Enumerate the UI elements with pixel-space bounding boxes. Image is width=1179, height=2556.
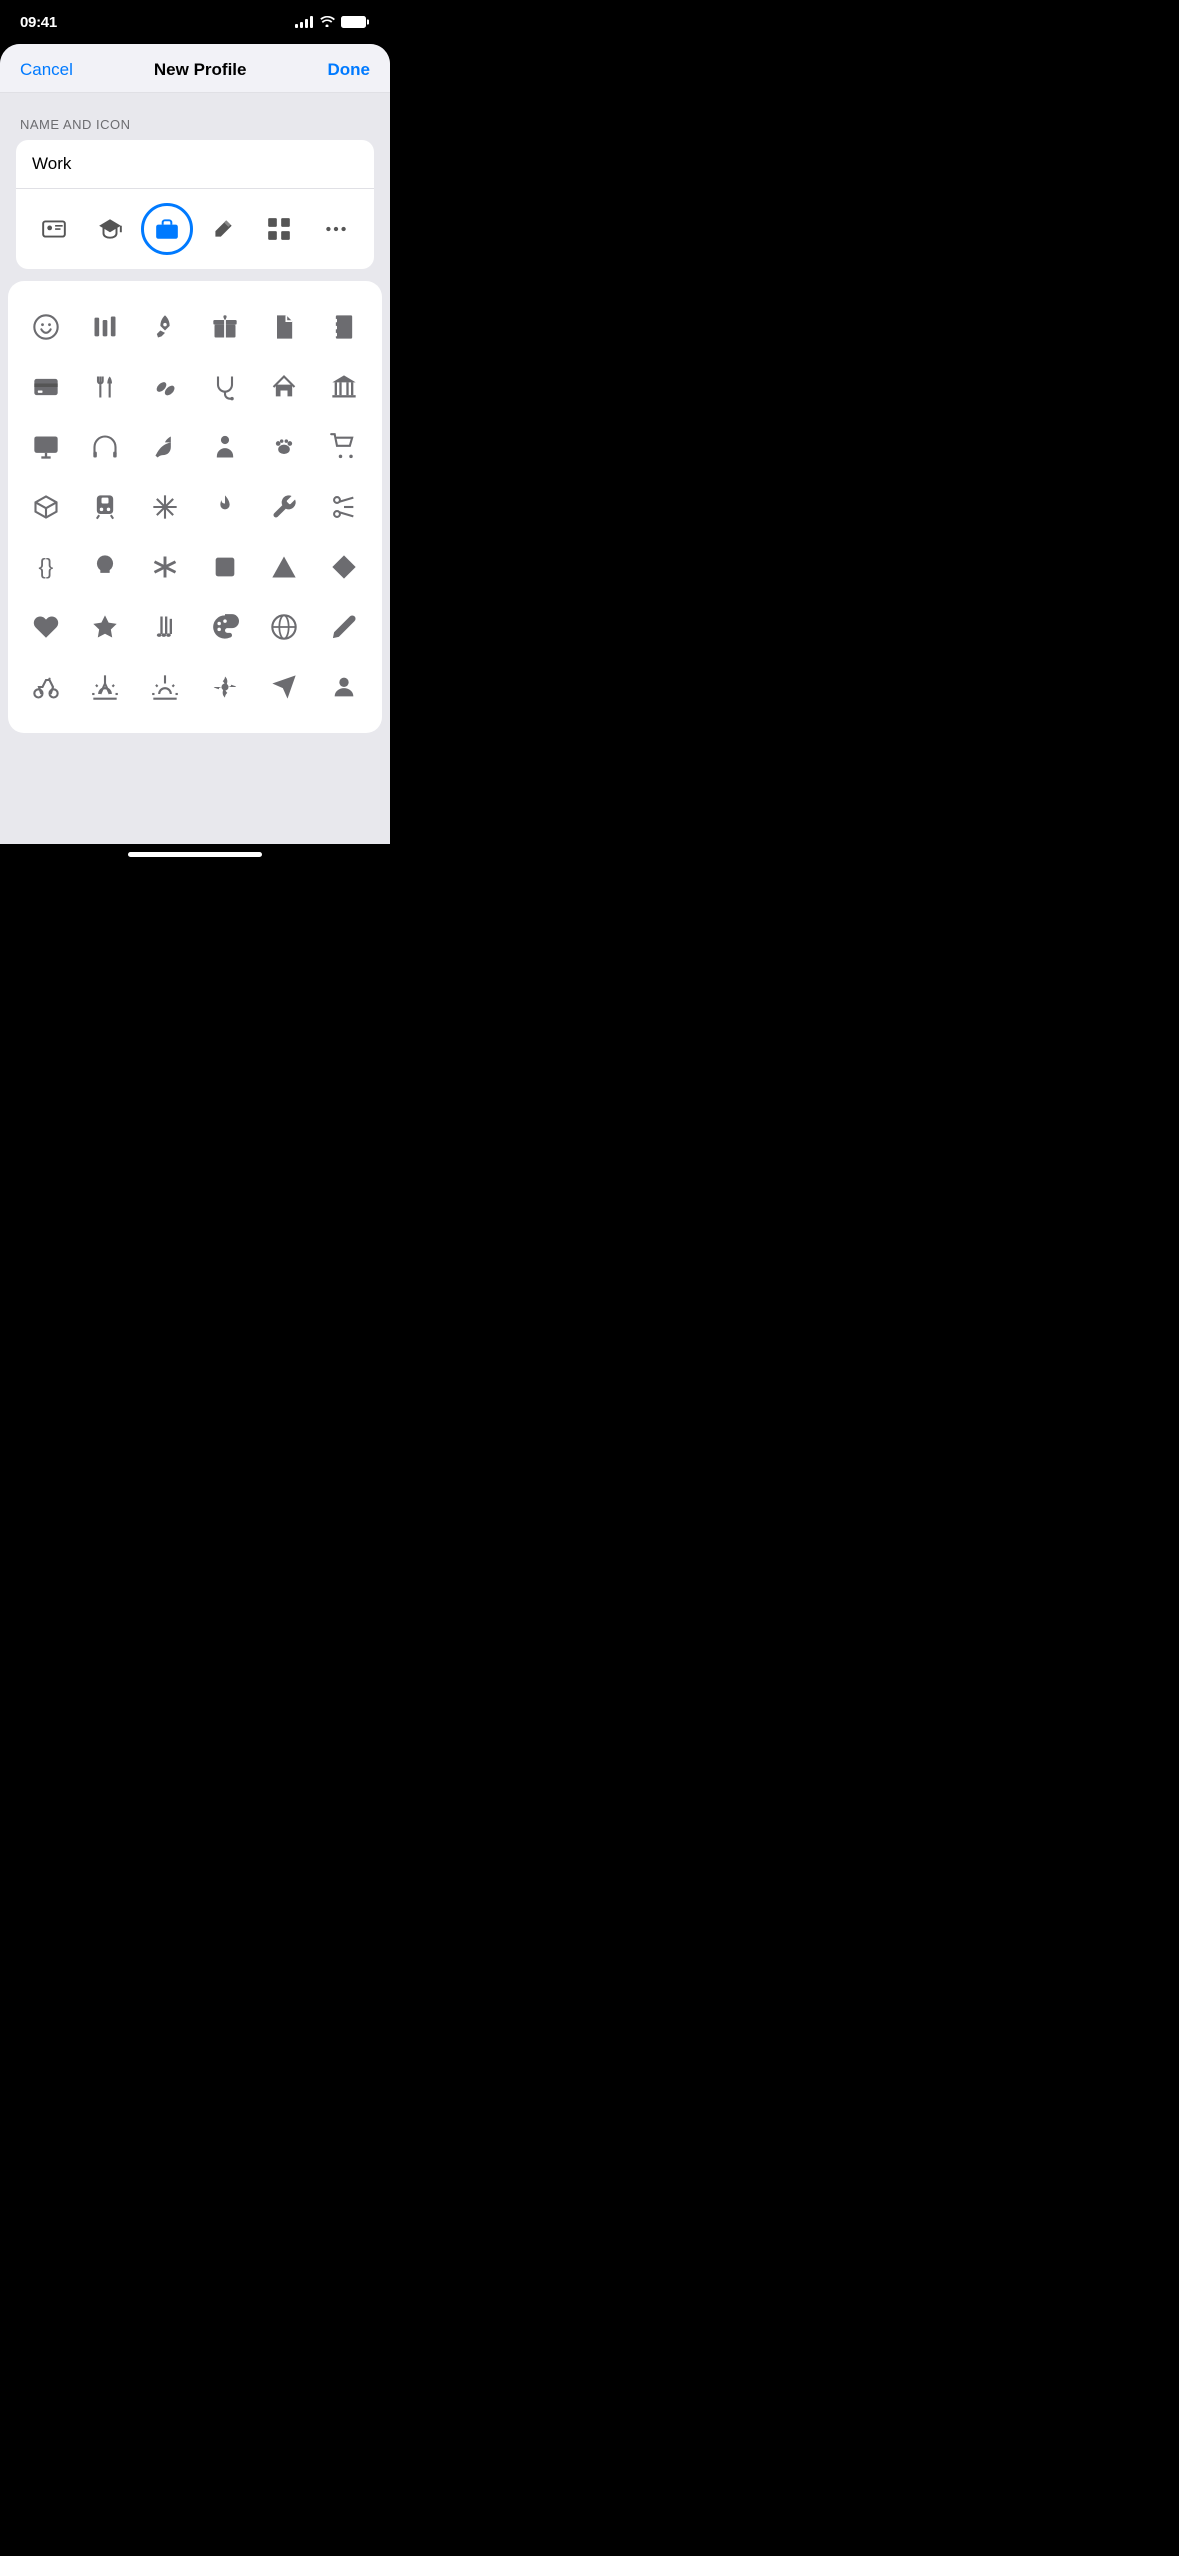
status-bar: 09:41 xyxy=(0,0,390,44)
content-area: NAME AND ICON xyxy=(0,93,390,733)
grid-icon-rocket[interactable] xyxy=(135,297,195,357)
grid-icon-cart[interactable] xyxy=(314,417,374,477)
grid-icon-books[interactable] xyxy=(76,297,136,357)
hammer-icon-option[interactable] xyxy=(197,203,249,255)
grid-icon-pencil[interactable] xyxy=(314,597,374,657)
building-icon-option[interactable] xyxy=(253,203,305,255)
signal-icon xyxy=(295,16,313,28)
id-card-icon-option[interactable] xyxy=(28,203,80,255)
grid-icon-wrench[interactable] xyxy=(255,477,315,537)
grid-icon-smiley[interactable] xyxy=(16,297,76,357)
grid-icon-braces[interactable]: {} xyxy=(16,537,76,597)
grid-icon-stethoscope[interactable] xyxy=(195,357,255,417)
home-bar xyxy=(128,852,262,857)
grid-icon-headphones[interactable] xyxy=(76,417,136,477)
grid-icon-sunset[interactable] xyxy=(135,657,195,717)
grid-icon-gift[interactable] xyxy=(195,297,255,357)
name-input[interactable] xyxy=(32,154,358,174)
grid-icon-bank[interactable] xyxy=(314,357,374,417)
grid-icon-pills[interactable] xyxy=(135,357,195,417)
grid-icon-notebook[interactable] xyxy=(314,297,374,357)
done-button[interactable]: Done xyxy=(327,60,370,80)
briefcase-icon-option[interactable] xyxy=(141,203,193,255)
grid-icon-triangle[interactable] xyxy=(255,537,315,597)
grid-icon-lightbulb[interactable] xyxy=(76,537,136,597)
grid-icon-box[interactable] xyxy=(16,477,76,537)
screen: Cancel New Profile Done NAME AND ICON xyxy=(0,44,390,844)
grid-icon-flame[interactable] xyxy=(195,477,255,537)
grid-icon-square[interactable] xyxy=(195,537,255,597)
grid-icon-star[interactable] xyxy=(76,597,136,657)
icon-grid-card: {} xyxy=(8,281,382,733)
grid-icon-asterisk[interactable] xyxy=(135,537,195,597)
grid-icon-home[interactable] xyxy=(255,357,315,417)
grid-icon-user-profile[interactable] xyxy=(314,657,374,717)
wifi-icon xyxy=(319,14,335,30)
grid-icon-person[interactable] xyxy=(195,417,255,477)
grid-icon-scissors[interactable] xyxy=(314,477,374,537)
section-label: NAME AND ICON xyxy=(0,117,390,132)
grid-icon-train[interactable] xyxy=(76,477,136,537)
more-icon-option[interactable] xyxy=(310,203,362,255)
grid-icon-leaf[interactable] xyxy=(135,417,195,477)
grid-icon-palette[interactable] xyxy=(195,597,255,657)
grid-icon-paw[interactable] xyxy=(255,417,315,477)
icon-type-selector xyxy=(16,189,374,269)
nav-bar: Cancel New Profile Done xyxy=(0,44,390,93)
grid-icon-snowflake[interactable] xyxy=(135,477,195,537)
status-time: 09:41 xyxy=(20,14,57,31)
grid-icon-diamond[interactable] xyxy=(314,537,374,597)
grid-icon-bicycle[interactable] xyxy=(16,657,76,717)
grid-icon-flower[interactable] xyxy=(195,657,255,717)
status-icons xyxy=(295,14,366,30)
grid-icon-creditcard[interactable] xyxy=(16,357,76,417)
grid-icon-music[interactable] xyxy=(135,597,195,657)
grid-icon-globe[interactable] xyxy=(255,597,315,657)
name-icon-card xyxy=(16,140,374,269)
home-indicator xyxy=(0,844,390,869)
grid-icon-heart[interactable] xyxy=(16,597,76,657)
cancel-button[interactable]: Cancel xyxy=(20,60,73,80)
grid-icon-sunrise[interactable] xyxy=(76,657,136,717)
battery-icon xyxy=(341,16,366,28)
grid-icon-fork-knife[interactable] xyxy=(76,357,136,417)
page-title: New Profile xyxy=(154,60,247,80)
grid-icon-airplane[interactable] xyxy=(255,657,315,717)
icon-grid: {} xyxy=(16,297,374,717)
grid-icon-monitor[interactable] xyxy=(16,417,76,477)
grid-icon-document[interactable] xyxy=(255,297,315,357)
graduation-icon-option[interactable] xyxy=(84,203,136,255)
name-input-row xyxy=(16,140,374,189)
